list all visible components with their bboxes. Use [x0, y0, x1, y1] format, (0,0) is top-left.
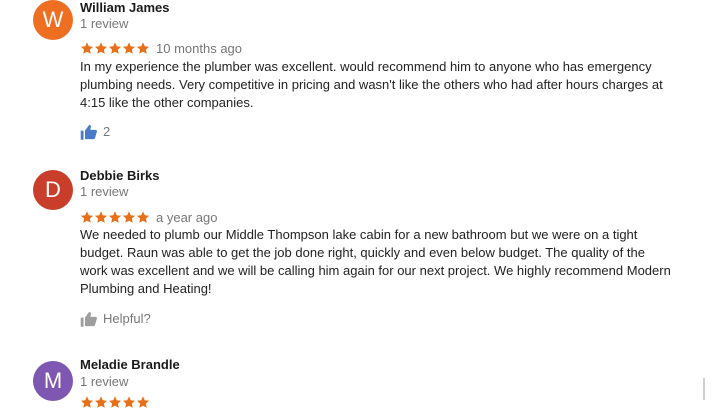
star-rating — [80, 393, 150, 411]
rating-row: a year ago — [80, 208, 218, 226]
helpful-button[interactable]: Helpful? — [80, 310, 151, 328]
reviewer-name[interactable]: Meladie Brandle — [80, 357, 180, 372]
star-icon — [108, 42, 122, 54]
star-icon — [108, 396, 122, 408]
review-card: M Meladie Brandle 1 review — [0, 357, 720, 408]
reviewer-name[interactable]: Debbie Birks — [80, 168, 159, 183]
review-text: In my experience the plumber was excelle… — [80, 59, 663, 110]
rating-row: 10 months ago — [80, 39, 243, 57]
star-rating — [80, 39, 150, 57]
review-count: 1 review — [80, 16, 129, 31]
star-icon — [108, 211, 122, 223]
review-text: We needed to plumb our Middle Thompson l… — [80, 227, 671, 296]
star-icon — [94, 211, 108, 223]
review-count: 1 review — [80, 184, 129, 199]
thumb-up-icon — [80, 124, 97, 140]
star-icon — [122, 211, 136, 223]
avatar[interactable]: D — [33, 170, 73, 210]
rating-row — [80, 393, 150, 409]
reviewer-name[interactable]: William James — [80, 0, 169, 15]
helpful-label: Helpful? — [103, 311, 151, 327]
star-icon — [80, 211, 94, 223]
review-time: a year ago — [156, 209, 218, 225]
star-icon — [94, 42, 108, 54]
helpful-button[interactable]: 2 — [80, 123, 110, 141]
helpful-count: 2 — [103, 124, 111, 140]
review-card: W William James 1 review 10 months ago I… — [0, 0, 720, 150]
review-count: 1 review — [80, 374, 129, 389]
review-time: 10 months ago — [156, 40, 243, 56]
star-icon — [94, 396, 108, 408]
star-rating — [80, 208, 150, 226]
star-icon — [136, 211, 150, 223]
star-icon — [136, 396, 150, 408]
star-icon — [122, 42, 136, 54]
star-icon — [122, 396, 136, 408]
review-card: D Debbie Birks 1 review a year ago We ne… — [0, 168, 720, 340]
star-icon — [136, 42, 150, 54]
star-icon — [80, 396, 94, 408]
avatar[interactable]: W — [33, 0, 73, 40]
star-icon — [80, 42, 94, 54]
avatar[interactable]: M — [33, 361, 73, 401]
thumb-up-icon — [80, 311, 97, 327]
window-edge — [703, 378, 705, 400]
